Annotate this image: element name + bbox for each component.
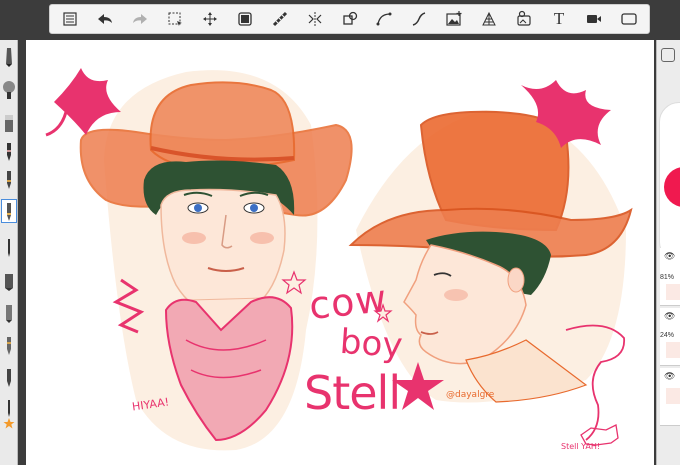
top-toolbar: T [49, 4, 650, 34]
ruler-icon[interactable] [268, 7, 292, 31]
panel-toggle-icon[interactable] [661, 48, 675, 62]
lettering-stell: Stell [304, 366, 401, 420]
brush-watercolor-icon[interactable] [2, 334, 16, 356]
layer-opacity: 24% [660, 332, 675, 339]
redo-icon[interactable] [128, 7, 152, 31]
brush-crayon-icon[interactable] [2, 302, 16, 324]
text-icon[interactable]: T [547, 7, 571, 31]
brush-fineliner-icon[interactable] [2, 236, 16, 258]
lettering-cow: cow [306, 276, 390, 328]
layer-thumbnail [666, 284, 680, 300]
brush-pencil-icon[interactable] [2, 46, 16, 68]
small-note: Stell YAH! [561, 442, 601, 451]
brush-selected-pencil-icon[interactable] [1, 199, 17, 223]
layer-thumbnail [666, 342, 680, 358]
layers-list-icon[interactable] [58, 7, 82, 31]
stroke-icon[interactable] [407, 7, 431, 31]
brush-library-panel [0, 40, 18, 465]
layer-row[interactable]: 👁 24% [660, 308, 680, 366]
layer-icon[interactable] [233, 7, 257, 31]
brush-pen-icon[interactable] [2, 140, 16, 162]
image-icon[interactable] [442, 7, 466, 31]
stamp-icon[interactable] [512, 7, 536, 31]
undo-icon[interactable] [93, 7, 117, 31]
drawing-canvas[interactable]: cow boy Stell HIYAA! @dayalgre Stell YAH… [26, 40, 654, 465]
brush-airbrush-icon[interactable] [2, 78, 16, 100]
fullscreen-icon[interactable] [617, 7, 641, 31]
eye-icon[interactable]: 👁 [664, 311, 675, 322]
eye-icon[interactable]: 👁 [664, 371, 675, 382]
brush-star-icon[interactable] [2, 412, 16, 434]
brush-ink-icon[interactable] [2, 168, 16, 190]
symmetry-icon[interactable] [303, 7, 327, 31]
eye-icon[interactable]: 👁 [664, 251, 675, 262]
layer-thumbnail [666, 388, 680, 404]
text-glyph: T [553, 9, 565, 28]
right-side-panel: 👁 81% 👁 24% 👁 [656, 40, 680, 465]
brush-chalk-icon[interactable] [2, 270, 16, 292]
color-editor[interactable] [659, 102, 680, 262]
artist-signature: @dayalgre [446, 390, 495, 400]
curve-icon[interactable] [372, 7, 396, 31]
shape-icon[interactable] [338, 7, 362, 31]
select-icon[interactable] [163, 7, 187, 31]
brush-marker-icon[interactable] [2, 112, 16, 134]
layer-opacity: 81% [660, 274, 675, 281]
layer-row[interactable]: 👁 81% [660, 248, 680, 306]
layer-row[interactable]: 👁 [660, 368, 680, 426]
video-icon[interactable] [582, 7, 606, 31]
transform-icon[interactable] [198, 7, 222, 31]
brush-smudge-icon[interactable] [2, 366, 16, 388]
lettering-boy: boy [338, 321, 404, 367]
current-color-swatch[interactable] [664, 167, 680, 207]
perspective-icon[interactable] [477, 7, 501, 31]
